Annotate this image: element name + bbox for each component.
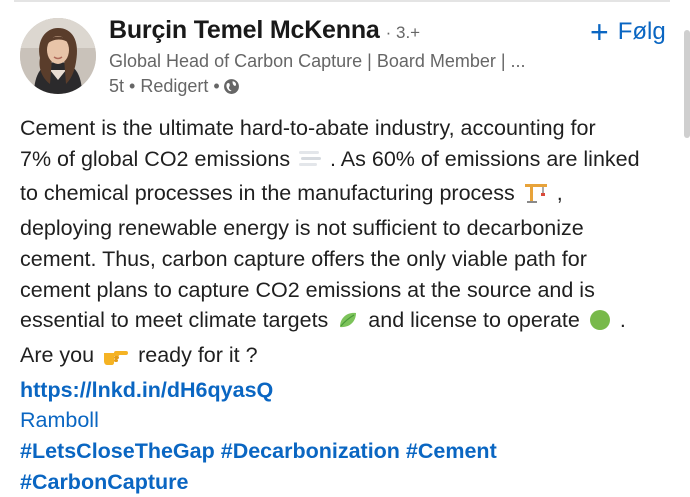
hashtag-line: #LetsCloseTheGap #Decarbonization #Cemen…	[20, 436, 680, 467]
post-header: Burçin Temel McKenna · 3.+ Global Head o…	[109, 16, 579, 97]
meta-separator: •	[208, 76, 220, 96]
avatar[interactable]	[20, 18, 96, 94]
post-text-line: to chemical processes in the manufacturi…	[20, 178, 680, 213]
hashtag[interactable]: #LetsCloseTheGap	[20, 439, 215, 463]
author-headline[interactable]: Global Head of Carbon Capture | Board Me…	[109, 51, 579, 72]
hashtag[interactable]: #Cement	[406, 439, 497, 463]
post-body: Cement is the ultimate hard-to-abate ind…	[20, 113, 680, 497]
follow-label: Følg	[617, 18, 666, 45]
author-name-row: Burçin Temel McKenna · 3.+	[109, 16, 579, 45]
post-text-line: cement. Thus, carbon capture offers the …	[20, 246, 587, 271]
top-divider	[14, 0, 670, 2]
post-link-line: https://lnkd.in/dH6qyasQ	[20, 375, 680, 406]
follow-button[interactable]: + Følg	[590, 14, 666, 50]
post-text-segment: and license to operate	[368, 308, 580, 333]
post-meta: 5t • Redigert •	[109, 76, 579, 97]
green-circle-emoji	[588, 309, 612, 340]
hashtag[interactable]: #CarbonCapture	[20, 470, 188, 494]
post-link[interactable]: https://lnkd.in/dH6qyasQ	[20, 378, 273, 402]
plus-icon: +	[590, 14, 609, 50]
post-text-segment: Are you	[20, 342, 95, 367]
post-text-line: essential to meet climate targets and li…	[20, 305, 680, 340]
post-text-line: deploying renewable energy is not suffic…	[20, 216, 584, 241]
meta-separator: •	[124, 76, 141, 96]
mention-ramboll[interactable]: Ramboll	[20, 408, 99, 432]
post-mention-line: Ramboll	[20, 405, 680, 436]
post-text-line: Cement is the ultimate hard-to-abate ind…	[20, 116, 596, 140]
hashtag[interactable]: #Decarbonization	[221, 439, 400, 463]
crane-emoji	[523, 180, 549, 213]
post-text-line: cement plans to capture CO2 emissions at…	[20, 277, 595, 302]
connection-degree: · 3.+	[385, 23, 421, 42]
post-text-segment: 7% of global CO2 emissions	[20, 146, 291, 171]
hashtag-line: #CarbonCapture	[20, 467, 680, 497]
pointing-hand-emoji	[102, 344, 130, 375]
post-text-line: 7% of global CO2 emissions . As 60% of e…	[20, 144, 680, 179]
leaf-emoji	[336, 309, 360, 340]
post-time: 5t	[109, 76, 125, 96]
post-text-segment: . As 60% of emissions are linked	[330, 146, 640, 171]
scrollbar[interactable]	[684, 30, 690, 138]
author-name[interactable]: Burçin Temel McKenna	[109, 16, 380, 45]
post-text-segment: essential to meet climate targets	[20, 308, 329, 333]
post-text-segment: .	[619, 308, 626, 333]
fog-emoji	[298, 148, 322, 179]
post-text-line: Are you ready for it ?	[20, 340, 680, 375]
post-text-segment: ready for it ?	[138, 342, 258, 367]
avatar-photo	[20, 18, 96, 94]
post-text-segment: to chemical processes in the manufacturi…	[20, 181, 515, 206]
post-text-segment: ,	[556, 181, 563, 206]
globe-icon	[223, 78, 240, 95]
edited-label: Redigert	[140, 76, 209, 96]
